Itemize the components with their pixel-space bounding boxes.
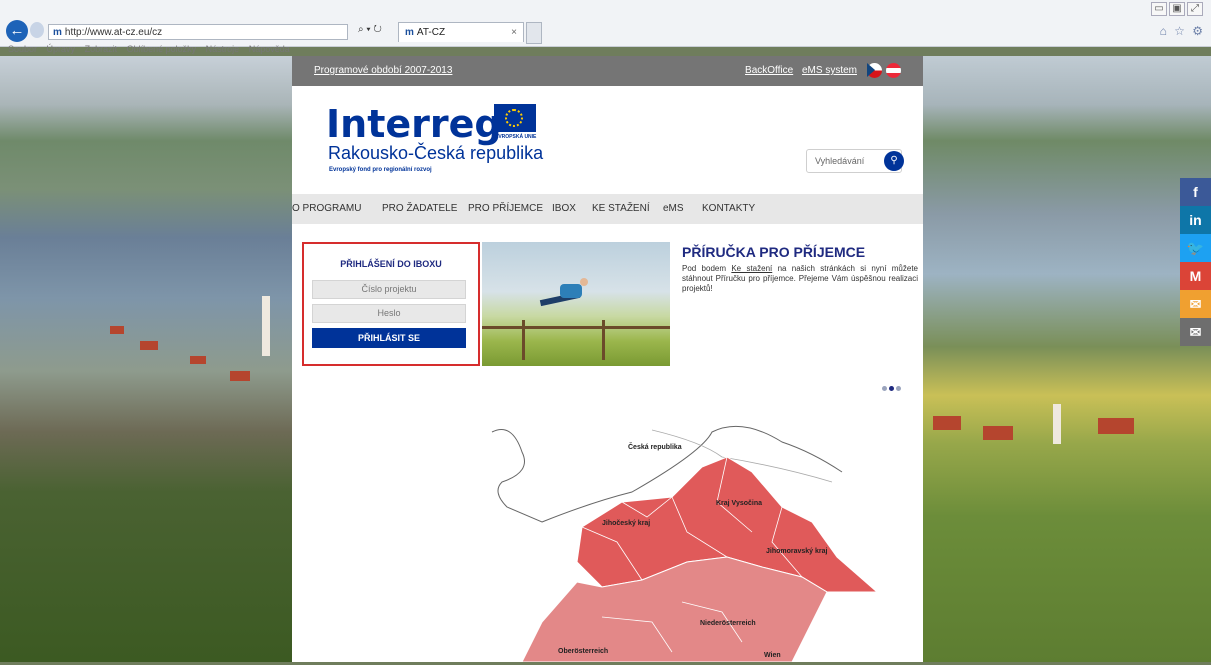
menu-help[interactable]: Nápověda: [249, 44, 290, 54]
jumper-head: [580, 278, 588, 286]
map-region-vysocina: Kraj Vysočina: [716, 500, 763, 507]
church-tower: [262, 296, 270, 356]
ibox-login-box: PŘIHLÁŠENÍ DO IBOXU Číslo projektu Heslo…: [302, 242, 480, 366]
background-landscape-left: [0, 56, 292, 662]
menu-favorites[interactable]: Oblíbené položky: [127, 44, 197, 54]
social-share-rail: f in 🐦 M ✉ ✉: [1180, 178, 1211, 346]
menu-edit[interactable]: Úpravy: [47, 44, 76, 54]
church-tower: [1053, 404, 1061, 444]
news-text: Pod bodem Ke stažení na našich stránkách…: [682, 264, 918, 294]
slider-dot-active[interactable]: [889, 386, 894, 391]
window-controls: ▭ ▣ ⤢: [1149, 2, 1203, 16]
fence-post: [522, 320, 525, 360]
browser-toolbar-icons[interactable]: ⌂ ☆ ⚙: [1160, 24, 1205, 38]
twitter-icon[interactable]: 🐦: [1180, 234, 1211, 262]
czech-flag-icon[interactable]: [867, 63, 882, 78]
fence-rail: [482, 326, 670, 329]
close-window-icon[interactable]: ⤢: [1187, 2, 1203, 16]
map-region-wien: Wien: [764, 652, 781, 659]
nav-for-applicants[interactable]: PRO ŽADATELE: [382, 203, 457, 214]
downloads-link[interactable]: Ke stažení: [731, 264, 772, 273]
eu-caption: EVROPSKÁ UNIE: [495, 134, 537, 140]
address-controls[interactable]: ⌕ ▾ ↻: [358, 24, 382, 35]
ems-system-link[interactable]: eMS system: [802, 65, 857, 76]
nav-contacts[interactable]: KONTAKTY: [702, 203, 755, 214]
search-placeholder: Vyhledávání: [815, 156, 865, 166]
region-map[interactable]: Česká republika Jihočeský kraj Kraj Vyso…: [482, 412, 912, 663]
linkedin-icon[interactable]: in: [1180, 206, 1211, 234]
menu-tools[interactable]: Nástroje: [206, 44, 240, 54]
email-icon[interactable]: ✉: [1180, 318, 1211, 346]
backoffice-link[interactable]: BackOffice: [745, 65, 793, 76]
map-region-oberosterreich: Oberösterreich: [558, 648, 609, 655]
address-url: http://www.at-cz.eu/cz: [64, 27, 163, 38]
site-favicon-icon: m: [53, 27, 62, 38]
village-roof: [190, 356, 206, 364]
forward-arrow-icon[interactable]: [30, 22, 44, 38]
top-links: BackOffice eMS system: [739, 65, 857, 76]
region-map-svg: [491, 425, 879, 663]
map-region-jihomoravsky: Jihomoravský kraj: [766, 548, 828, 555]
interreg-logo[interactable]: Interreg: [326, 102, 502, 146]
map-region-jihocesky: Jihočeský kraj: [602, 520, 651, 527]
address-bar[interactable]: m http://www.at-cz.eu/cz: [48, 24, 348, 40]
program-subtitle: Rakousko-Česká republika: [328, 143, 544, 163]
login-button[interactable]: PŘIHLÁSIT SE: [312, 328, 466, 348]
browser-tab[interactable]: m AT-CZ ×: [398, 22, 524, 42]
facebook-icon[interactable]: f: [1180, 178, 1211, 206]
project-number-field[interactable]: Číslo projektu: [312, 280, 466, 299]
menu-view[interactable]: Zobrazit: [85, 44, 118, 54]
village-roof: [230, 371, 250, 381]
browser-menubar: Soubor Úpravy Zobrazit Oblíbené položky …: [8, 44, 297, 54]
main-nav: O PROGRAMU PRO ŽADATELE PRO PŘÍJEMCE IBO…: [292, 194, 923, 224]
news-title[interactable]: PŘÍRUČKA PRO PŘÍJEMCE: [682, 244, 865, 260]
password-field[interactable]: Heslo: [312, 304, 466, 323]
slider-dot[interactable]: [896, 386, 901, 391]
page-content: Programové období 2007-2013 BackOffice e…: [292, 56, 923, 663]
nav-for-recipients[interactable]: PRO PŘÍJEMCE: [468, 203, 543, 214]
village-roof: [983, 426, 1013, 440]
jumper-body: [560, 284, 582, 298]
period-link[interactable]: Programové období 2007-2013: [314, 65, 452, 76]
village-roof: [933, 416, 961, 430]
village-roof: [140, 341, 158, 350]
nav-about-program[interactable]: O PROGRAMU: [292, 203, 361, 214]
background-landscape-right: [923, 56, 1211, 662]
slider-dot[interactable]: [882, 386, 887, 391]
site-header: Interreg EVROPSKÁ UNIE Rakousko-Česká re…: [292, 86, 923, 194]
map-region-niederosterreich: Niederösterreich: [700, 620, 756, 627]
mail-icon[interactable]: ✉: [1180, 290, 1211, 318]
news-text-before: Pod bodem: [682, 264, 732, 273]
nav-ems[interactable]: eMS: [663, 203, 684, 214]
top-bar: Programové období 2007-2013 BackOffice e…: [292, 56, 923, 86]
program-tagline: Evropský fond pro regionální rozvoj: [329, 167, 432, 173]
tab-favicon-icon: m: [405, 27, 414, 38]
minimize-icon[interactable]: ▭: [1151, 2, 1167, 16]
menu-file[interactable]: Soubor: [8, 44, 37, 54]
village-roof: [110, 326, 124, 334]
tab-title: AT-CZ: [416, 27, 446, 38]
nav-ibox[interactable]: IBOX: [552, 203, 576, 214]
slider-dots: [880, 380, 901, 394]
search-icon[interactable]: ⚲: [884, 151, 904, 171]
back-arrow-icon[interactable]: ←: [6, 20, 28, 42]
fence-post: [602, 320, 605, 360]
eu-flag-icon: [494, 104, 536, 132]
map-country-label: Česká republika: [628, 444, 682, 451]
login-title: PŘIHLÁŠENÍ DO IBOXU: [340, 259, 442, 269]
news-photo[interactable]: [482, 242, 670, 366]
nav-downloads[interactable]: KE STAŽENÍ: [592, 203, 650, 214]
village-roof: [1098, 418, 1134, 434]
austria-flag-icon[interactable]: [886, 63, 901, 78]
new-tab-button[interactable]: [526, 22, 542, 44]
browser-chrome: ← m http://www.at-cz.eu/cz ⌕ ▾ ↻ m AT-CZ ×…: [0, 0, 1211, 54]
maximize-icon[interactable]: ▣: [1169, 2, 1185, 16]
tab-close-icon[interactable]: ×: [511, 23, 517, 43]
gmail-icon[interactable]: M: [1180, 262, 1211, 290]
